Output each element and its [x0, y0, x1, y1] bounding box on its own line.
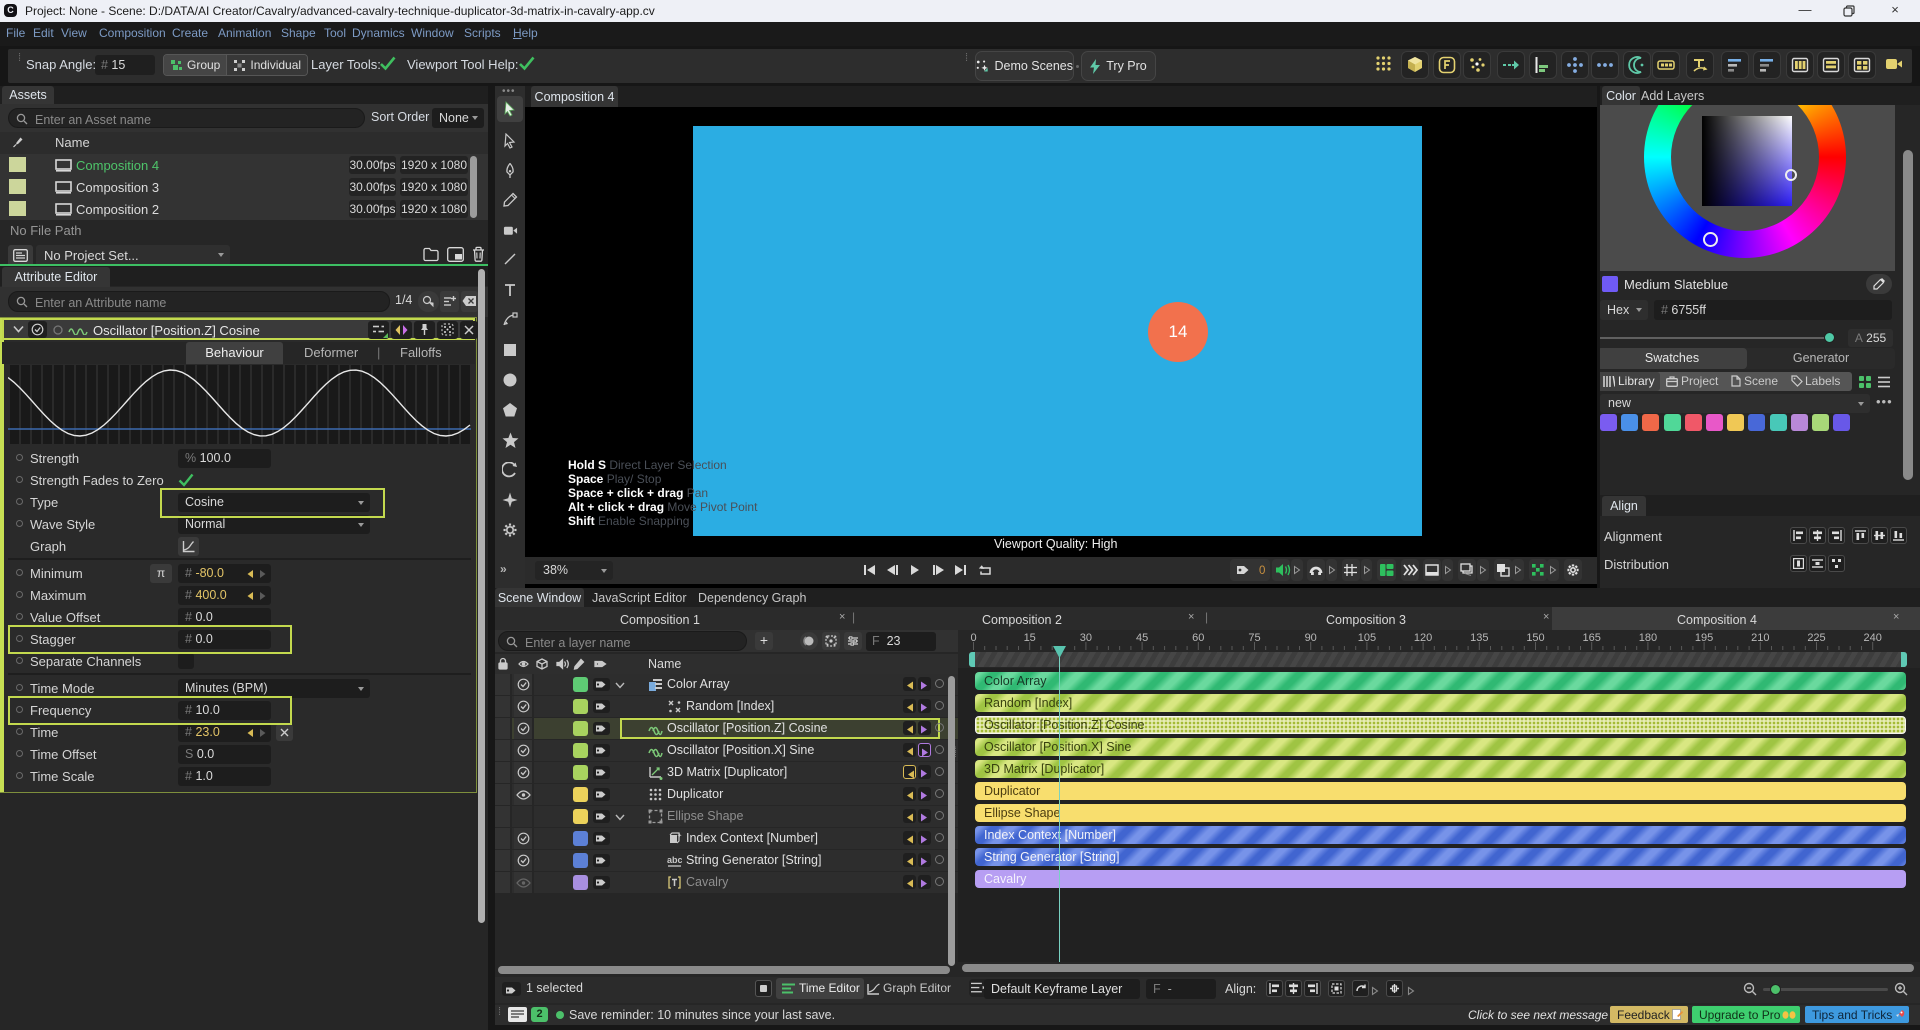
svg-text:abc: abc [667, 855, 682, 865]
svg-text:0: 0 [1259, 565, 1265, 577]
